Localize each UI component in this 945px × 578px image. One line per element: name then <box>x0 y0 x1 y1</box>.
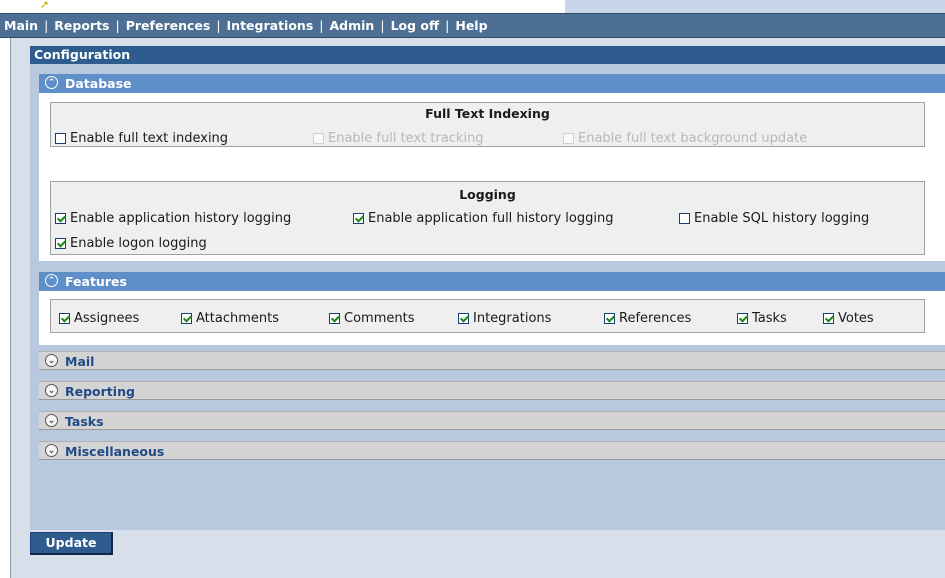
nav-admin[interactable]: Admin <box>330 18 375 33</box>
chevron-down-icon: ⌄ <box>45 384 58 397</box>
nav-integrations[interactable]: Integrations <box>227 18 314 33</box>
section-title: Reporting <box>65 384 135 399</box>
nav-separator: | <box>445 18 450 33</box>
chevron-up-icon: ⌃ <box>45 274 58 287</box>
checkbox-box[interactable] <box>823 313 834 324</box>
section-title: Database <box>65 76 132 91</box>
update-button[interactable]: Update <box>30 532 113 555</box>
configuration-panel: ⌃ Database Full Text Indexing Enable ful… <box>30 64 945 530</box>
nav-main[interactable]: Main <box>4 18 38 33</box>
checkbox-label: Enable full text background update <box>578 131 808 146</box>
checkbox-label: Enable logon logging <box>70 236 207 251</box>
checkbox-label: Enable application history logging <box>70 211 292 226</box>
section-reporting-header[interactable]: ⌄ Reporting <box>39 381 945 400</box>
mouse-cursor-icon: ➚ <box>40 0 50 11</box>
section-tasks-header[interactable]: ⌄ Tasks <box>39 411 945 430</box>
checkbox-enable-fulltext-indexing[interactable]: Enable full text indexing <box>55 131 228 146</box>
fulltext-indexing-group: Full Text Indexing Enable full text inde… <box>50 102 925 147</box>
features-group: Assignees Attachments Comments Integrati… <box>50 299 925 333</box>
nav-reports[interactable]: Reports <box>54 18 109 33</box>
chevron-up-icon: ⌃ <box>45 76 58 89</box>
section-features-body: Assignees Attachments Comments Integrati… <box>39 291 945 345</box>
checkbox-box[interactable] <box>329 313 340 324</box>
section-title: Miscellaneous <box>65 444 165 459</box>
checkbox-box <box>313 133 324 144</box>
nav-separator: | <box>216 18 221 33</box>
checkbox-box[interactable] <box>458 313 469 324</box>
checkbox-label: Votes <box>838 311 874 326</box>
nav-preferences[interactable]: Preferences <box>126 18 211 33</box>
checkbox-label: Enable SQL history logging <box>694 211 870 226</box>
group-title: Logging <box>459 187 516 202</box>
nav-separator: | <box>44 18 49 33</box>
section-title: Tasks <box>65 414 104 429</box>
section-database-header[interactable]: ⌃ Database <box>39 74 945 93</box>
checkbox-label: Assignees <box>74 311 140 326</box>
checkbox-label: Attachments <box>196 311 279 326</box>
configuration-header: Configuration <box>30 46 945 64</box>
checkbox-label: Comments <box>344 311 415 326</box>
checkbox-box[interactable] <box>55 213 66 224</box>
checkbox-feature-references[interactable]: References <box>604 311 691 326</box>
chevron-down-icon: ⌄ <box>45 414 58 427</box>
chevron-down-icon: ⌄ <box>45 444 58 457</box>
checkbox-app-history-logging[interactable]: Enable application history logging <box>55 211 291 226</box>
checkbox-enable-fulltext-background-update: Enable full text background update <box>563 131 807 146</box>
checkbox-box[interactable] <box>604 313 615 324</box>
top-banner-strip <box>565 0 945 13</box>
checkbox-box[interactable] <box>55 238 66 249</box>
nav-separator: | <box>115 18 120 33</box>
checkbox-feature-votes[interactable]: Votes <box>823 311 874 326</box>
checkbox-box <box>563 133 574 144</box>
checkbox-box[interactable] <box>353 213 364 224</box>
top-margin <box>0 0 565 13</box>
nav-separator: | <box>319 18 324 33</box>
group-title: Full Text Indexing <box>425 106 550 121</box>
section-title: Mail <box>65 354 95 369</box>
section-title: Features <box>65 274 127 289</box>
checkbox-logon-logging[interactable]: Enable logon logging <box>55 236 207 251</box>
checkbox-label: Tasks <box>752 311 787 326</box>
checkbox-feature-tasks[interactable]: Tasks <box>737 311 787 326</box>
checkbox-box[interactable] <box>679 213 690 224</box>
checkbox-label: References <box>619 311 692 326</box>
checkbox-feature-assignees[interactable]: Assignees <box>59 311 139 326</box>
checkbox-box[interactable] <box>55 133 66 144</box>
section-features-header[interactable]: ⌃ Features <box>39 272 945 291</box>
section-mail-header[interactable]: ⌄ Mail <box>39 351 945 370</box>
chevron-down-icon: ⌄ <box>45 354 58 367</box>
page-content: Configuration ⌃ Database Full Text Index… <box>10 38 945 578</box>
main-nav-bar: Main | Reports | Preferences | Integrati… <box>0 13 945 38</box>
checkbox-box[interactable] <box>59 313 70 324</box>
checkbox-label: Enable full text tracking <box>328 131 484 146</box>
checkbox-feature-integrations[interactable]: Integrations <box>458 311 551 326</box>
section-database-body: Full Text Indexing Enable full text inde… <box>39 93 945 261</box>
checkbox-box[interactable] <box>181 313 192 324</box>
checkbox-app-full-history-logging[interactable]: Enable application full history logging <box>353 211 613 226</box>
nav-separator: | <box>380 18 385 33</box>
checkbox-feature-comments[interactable]: Comments <box>329 311 414 326</box>
checkbox-enable-fulltext-tracking: Enable full text tracking <box>313 131 484 146</box>
checkbox-box[interactable] <box>737 313 748 324</box>
checkbox-sql-history-logging[interactable]: Enable SQL history logging <box>679 211 869 226</box>
checkbox-label: Enable full text indexing <box>70 131 229 146</box>
logging-group: Logging Enable application history loggi… <box>50 181 925 255</box>
section-miscellaneous-header[interactable]: ⌄ Miscellaneous <box>39 441 945 460</box>
checkbox-label: Integrations <box>473 311 552 326</box>
checkbox-feature-attachments[interactable]: Attachments <box>181 311 279 326</box>
nav-help[interactable]: Help <box>455 18 487 33</box>
nav-log-off[interactable]: Log off <box>391 18 440 33</box>
checkbox-label: Enable application full history logging <box>368 211 614 226</box>
